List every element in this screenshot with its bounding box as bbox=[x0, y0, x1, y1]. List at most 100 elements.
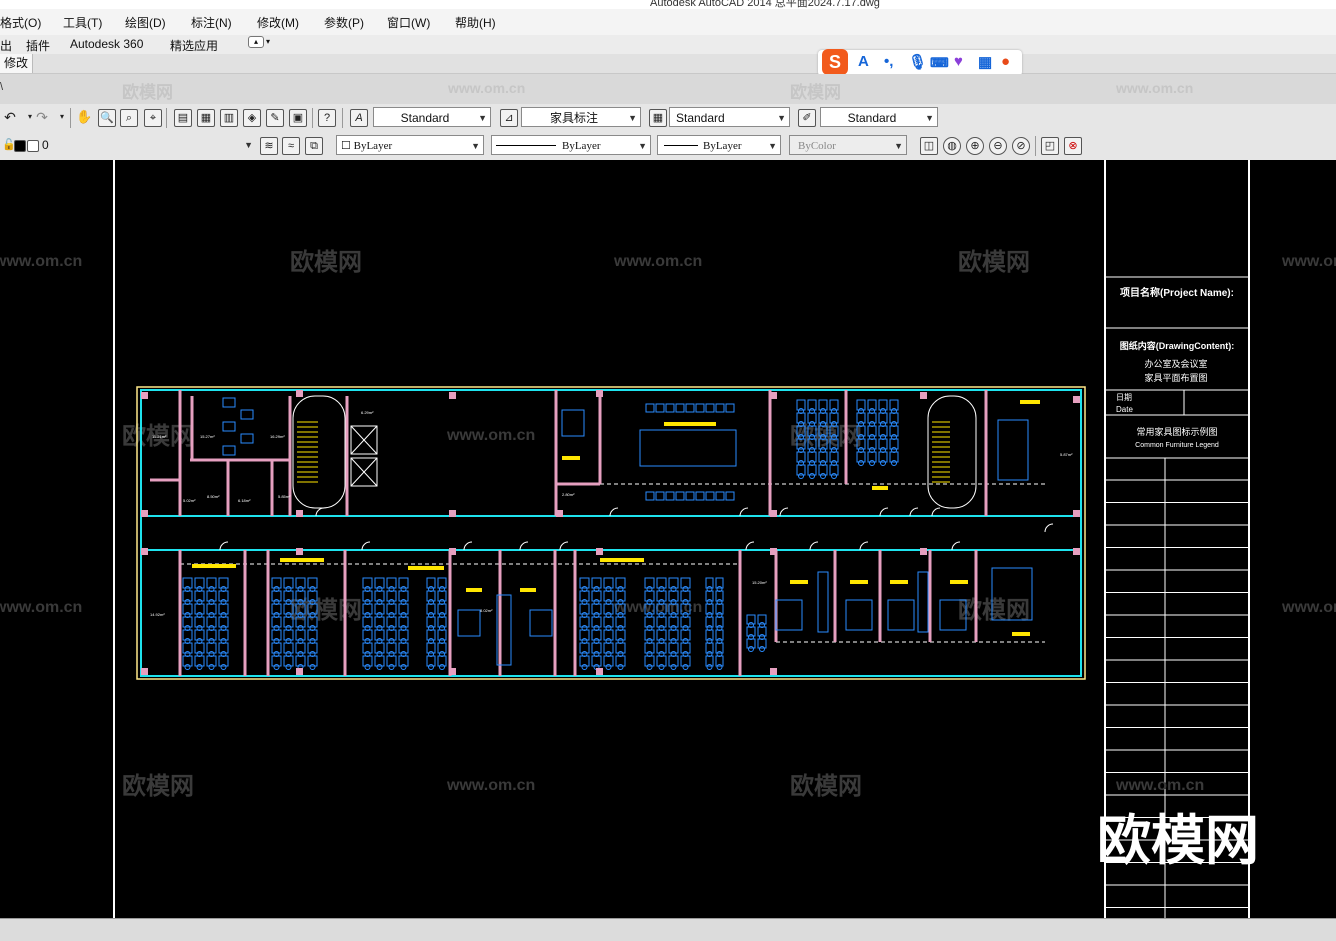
cube-icon[interactable]: ◰ bbox=[1041, 137, 1059, 155]
tab-autodesk-360[interactable]: Autodesk 360 bbox=[70, 37, 143, 51]
mleader-style-icon[interactable]: ✐ bbox=[798, 109, 816, 127]
zoom-window-icon[interactable]: ⌕ bbox=[120, 109, 138, 127]
structural-column bbox=[1073, 510, 1080, 517]
room-area-label: 2.80m² bbox=[562, 492, 575, 497]
dim-style-icon[interactable]: ⊿ bbox=[500, 109, 518, 127]
pan-icon[interactable]: ✋ bbox=[76, 109, 92, 125]
design-center-icon[interactable]: ▦ bbox=[197, 109, 215, 127]
room-area-label: 6.18m² bbox=[238, 498, 251, 503]
watermark-logo: 欧模网 bbox=[958, 248, 1030, 276]
structural-column bbox=[596, 390, 603, 397]
undo-icon[interactable]: ↶ bbox=[2, 109, 18, 125]
watermark-logo: 欧模网 bbox=[790, 772, 862, 800]
room-area-label: 5.85m² bbox=[278, 494, 291, 499]
date-label-en: Date bbox=[1116, 405, 1133, 414]
highlight-label bbox=[562, 456, 580, 460]
watermark-url: www.om.cn bbox=[613, 599, 702, 616]
watermark-url: www.om.cn bbox=[446, 777, 535, 794]
toolbox-icon[interactable]: ▦ bbox=[978, 53, 992, 71]
mleader-style-select[interactable]: Standard ▼ bbox=[820, 107, 938, 127]
panel-tab-modify[interactable]: 修改 bbox=[0, 54, 34, 73]
lineweight-select[interactable]: ByLayer ▼ bbox=[657, 135, 781, 155]
tab-plugins[interactable]: 插件 bbox=[26, 37, 50, 54]
highlight-label bbox=[280, 558, 324, 562]
keyboard-icon[interactable]: ⌨ bbox=[930, 55, 949, 71]
erase-solid-icon[interactable]: ⊗ bbox=[1064, 137, 1082, 155]
plotstyle-select[interactable]: ByColor ▼ bbox=[789, 135, 907, 155]
structural-column bbox=[296, 668, 303, 675]
watermark-url: www.om.cn bbox=[0, 253, 82, 270]
menu-modify[interactable]: 修改(M) bbox=[257, 14, 299, 31]
structural-column bbox=[296, 548, 303, 555]
sphere-icon[interactable]: ◍ bbox=[943, 137, 961, 155]
ribbon-minimize-button[interactable]: ▴ bbox=[248, 36, 264, 48]
color-select[interactable]: ☐ ByLayer ▼ bbox=[336, 135, 484, 155]
watermark-logo-large: 欧模网 bbox=[1097, 811, 1259, 871]
toolbar-divider bbox=[70, 108, 71, 128]
structural-column bbox=[296, 390, 303, 397]
menu-window[interactable]: 窗口(W) bbox=[387, 14, 430, 31]
tab-output[interactable]: 出 bbox=[0, 37, 12, 54]
text-style-icon[interactable]: A bbox=[350, 109, 368, 127]
table-style-value: Standard bbox=[676, 111, 725, 125]
punctuation-icon[interactable]: •, bbox=[884, 53, 893, 70]
chevron-down-icon: ▼ bbox=[478, 113, 487, 123]
watermark-url: www.om.cn bbox=[448, 80, 526, 96]
menu-help[interactable]: 帮助(H) bbox=[455, 14, 496, 31]
avatar-icon[interactable]: ● bbox=[1001, 53, 1010, 70]
highlight-label bbox=[872, 486, 888, 490]
room-area-label: 8.50m² bbox=[207, 494, 220, 499]
structural-column bbox=[770, 548, 777, 555]
sheet-set-icon[interactable]: ◈ bbox=[243, 109, 261, 127]
box-icon[interactable]: ◫ bbox=[920, 137, 938, 155]
table-style-icon[interactable]: ▦ bbox=[649, 109, 667, 127]
markup-icon[interactable]: ✎ bbox=[266, 109, 284, 127]
layer-select[interactable]: 0 ▼ bbox=[38, 135, 256, 155]
skin-icon[interactable]: ♥ bbox=[954, 53, 963, 70]
linetype-select[interactable]: ByLayer ▼ bbox=[491, 135, 651, 155]
layer-states-icon[interactable]: ⧉ bbox=[305, 137, 323, 155]
menu-draw[interactable]: 绘图(D) bbox=[125, 14, 166, 31]
structural-column bbox=[1073, 548, 1080, 555]
drawing-content-line2: 家具平面布置图 bbox=[1144, 372, 1207, 383]
project-name-label: 项目名称(Project Name): bbox=[1120, 286, 1234, 299]
help-icon[interactable]: ? bbox=[318, 109, 336, 127]
legend-title-en: Common Furniture Legend bbox=[1135, 442, 1219, 449]
layers-properties-toolbar: 🔓 0 ▼ ≋ ≈ ⧉ ☐ ByLayer ▼ ByLayer ▼ ByLayer ▼ … bbox=[0, 132, 1336, 161]
zoom-previous-icon[interactable]: ⌖ bbox=[144, 109, 162, 127]
zoom-realtime-icon[interactable]: 🔍 bbox=[98, 109, 116, 127]
redo-icon[interactable]: ↷ bbox=[34, 109, 50, 125]
make-current-layer-icon[interactable]: ≋ bbox=[260, 137, 278, 155]
chevron-down-icon: ▼ bbox=[471, 141, 480, 151]
dim-style-select[interactable]: 家具标注 ▼ bbox=[521, 107, 641, 127]
tool-palettes-icon[interactable]: ▥ bbox=[220, 109, 238, 127]
structural-column bbox=[141, 548, 148, 555]
calculator-icon[interactable]: ▣ bbox=[289, 109, 307, 127]
chevron-down-icon[interactable]: ▾ bbox=[54, 109, 70, 125]
menu-tools[interactable]: 工具(T) bbox=[63, 14, 102, 31]
microphone-icon[interactable]: 🎙 bbox=[908, 53, 927, 71]
sphere-intersect-icon[interactable]: ⊘ bbox=[1012, 137, 1030, 155]
menu-dimension[interactable]: 标注(N) bbox=[191, 14, 232, 31]
text-style-select[interactable]: Standard ▼ bbox=[373, 107, 491, 127]
table-style-select[interactable]: Standard ▼ bbox=[669, 107, 790, 127]
tab-featured-apps[interactable]: 精选应用 bbox=[170, 37, 218, 54]
room-area-label: 15.20m² bbox=[752, 580, 767, 585]
properties-icon[interactable]: ▤ bbox=[174, 109, 192, 127]
sogou-logo-icon[interactable]: S bbox=[822, 49, 848, 75]
menu-format[interactable]: 格式(O) bbox=[0, 14, 41, 31]
toolbar-divider bbox=[342, 108, 343, 128]
linetype-value: ByLayer bbox=[562, 140, 601, 152]
highlight-label bbox=[890, 580, 908, 584]
chevron-down-icon[interactable]: ▾ bbox=[266, 37, 270, 46]
chevron-down-icon: ▼ bbox=[777, 113, 786, 123]
sphere-add-icon[interactable]: ⊕ bbox=[966, 137, 984, 155]
menu-parametric[interactable]: 参数(P) bbox=[324, 14, 364, 31]
chevron-down-icon: ▼ bbox=[768, 141, 777, 151]
structural-column bbox=[141, 668, 148, 675]
layer-state-icon[interactable]: 🔓 bbox=[2, 137, 16, 153]
chevron-down-icon: ▼ bbox=[638, 141, 647, 151]
font-icon[interactable]: A bbox=[858, 53, 869, 70]
layer-previous-icon[interactable]: ≈ bbox=[282, 137, 300, 155]
sphere-subtract-icon[interactable]: ⊖ bbox=[989, 137, 1007, 155]
